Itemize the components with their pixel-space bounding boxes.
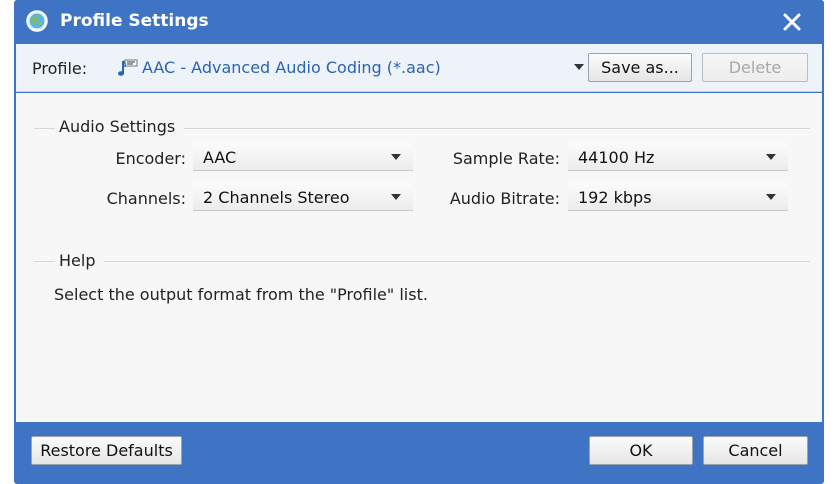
help-title: Help	[59, 251, 96, 270]
audio-bitrate-label: Audio Bitrate:	[449, 189, 560, 208]
help-text: Select the output format from the "Profi…	[54, 285, 428, 304]
ok-button[interactable]: OK	[589, 436, 693, 465]
encoder-value: AAC	[203, 148, 237, 167]
audio-note-icon	[118, 59, 138, 76]
profile-dropdown[interactable]: AAC - Advanced Audio Coding (*.aac)	[112, 54, 592, 82]
chevron-down-icon	[766, 194, 776, 200]
close-icon[interactable]	[776, 6, 808, 38]
dialog-footer: Restore Defaults OK Cancel	[16, 422, 822, 482]
audio-bitrate-value: 192 kbps	[578, 188, 652, 207]
save-as-button[interactable]: Save as...	[588, 53, 692, 82]
sample-rate-label: Sample Rate:	[452, 149, 560, 168]
group-divider	[34, 261, 55, 262]
delete-button[interactable]: Delete	[702, 53, 808, 82]
profile-label: Profile:	[32, 59, 88, 78]
sample-rate-value: 44100 Hz	[578, 148, 655, 167]
title-bar: Profile Settings	[14, 0, 824, 44]
encoder-dropdown[interactable]: AAC	[193, 143, 413, 171]
sample-rate-dropdown[interactable]: 44100 Hz	[568, 143, 788, 171]
encoder-label: Encoder:	[115, 149, 186, 168]
cancel-button[interactable]: Cancel	[703, 436, 808, 465]
channels-dropdown[interactable]: 2 Channels Stereo	[193, 183, 413, 211]
chevron-down-icon	[766, 154, 776, 160]
chevron-down-icon	[574, 64, 584, 70]
profile-bar: Profile: AAC - Advanced Audio Coding (*.…	[16, 44, 822, 92]
app-globe-icon	[26, 10, 48, 32]
group-divider	[184, 128, 810, 129]
chevron-down-icon	[391, 154, 401, 160]
profile-selected-value: AAC - Advanced Audio Coding (*.aac)	[142, 58, 441, 77]
channels-label: Channels:	[106, 189, 186, 208]
audio-bitrate-dropdown[interactable]: 192 kbps	[568, 183, 788, 211]
restore-defaults-button[interactable]: Restore Defaults	[31, 436, 182, 465]
group-divider	[34, 128, 55, 129]
audio-settings-title: Audio Settings	[59, 117, 176, 136]
channels-value: 2 Channels Stereo	[203, 188, 350, 207]
profile-settings-dialog: Profile Settings Profile: AAC - Advanced…	[14, 0, 824, 484]
chevron-down-icon	[391, 194, 401, 200]
settings-content: Audio Settings Encoder: AAC Sample Rate:…	[16, 93, 822, 422]
group-divider	[104, 261, 810, 262]
window-title: Profile Settings	[60, 11, 209, 31]
